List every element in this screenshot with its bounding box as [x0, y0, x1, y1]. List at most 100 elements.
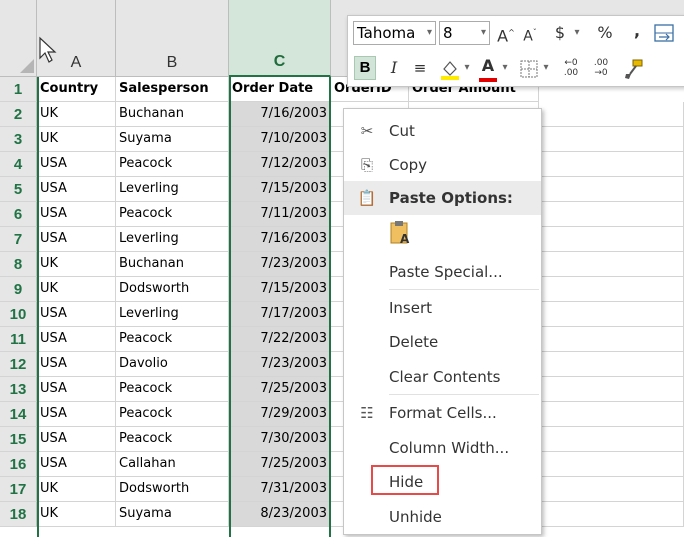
cell-order-date[interactable]: 7/25/2003: [229, 452, 331, 477]
row-header[interactable]: 14: [0, 402, 37, 427]
cell-country[interactable]: UK: [37, 277, 116, 302]
column-header-b[interactable]: B: [116, 0, 229, 77]
cell-salesperson[interactable]: Dodsworth: [116, 277, 229, 302]
cell-order-date[interactable]: 8/23/2003: [229, 502, 331, 527]
cell-salesperson[interactable]: Buchanan: [116, 102, 229, 127]
chevron-down-icon[interactable]: ▾: [540, 56, 552, 80]
cell-empty[interactable]: [539, 452, 684, 477]
cell-salesperson[interactable]: Buchanan: [116, 252, 229, 277]
cell-country[interactable]: USA: [37, 402, 116, 427]
cell-salesperson[interactable]: Peacock: [116, 202, 229, 227]
cell-country[interactable]: UK: [37, 502, 116, 527]
cell-empty[interactable]: [539, 177, 684, 202]
cell-country[interactable]: UK: [37, 252, 116, 277]
cell-salesperson[interactable]: Peacock: [116, 327, 229, 352]
cell-salesperson[interactable]: Peacock: [116, 427, 229, 452]
cell-empty[interactable]: [539, 202, 684, 227]
cell-order-date[interactable]: 7/15/2003: [229, 177, 331, 202]
cell-country[interactable]: UK: [37, 102, 116, 127]
row-header[interactable]: 3: [0, 127, 37, 152]
cell-country[interactable]: USA: [37, 177, 116, 202]
currency-format-icon[interactable]: $: [550, 21, 570, 45]
cell-empty[interactable]: [539, 427, 684, 452]
cell-country[interactable]: USA: [37, 202, 116, 227]
bold-button[interactable]: B: [354, 56, 376, 80]
cell-salesperson[interactable]: Peacock: [116, 377, 229, 402]
cell-empty[interactable]: [539, 227, 684, 252]
format-painter-icon[interactable]: [623, 58, 645, 80]
cell-empty[interactable]: [539, 127, 684, 152]
cell-empty[interactable]: [539, 302, 684, 327]
cell-country[interactable]: USA: [37, 227, 116, 252]
cell-order-date[interactable]: 7/10/2003: [229, 127, 331, 152]
row-header[interactable]: 16: [0, 452, 37, 477]
menu-item-unhide[interactable]: Unhide: [344, 500, 541, 534]
comma-style-icon[interactable]: ,: [630, 19, 644, 43]
cell-salesperson[interactable]: Suyama: [116, 502, 229, 527]
menu-item-cut[interactable]: ✂ Cut: [344, 114, 541, 148]
decrease-decimal-icon[interactable]: .00 →0: [588, 58, 614, 82]
cell-order-date[interactable]: 7/17/2003: [229, 302, 331, 327]
cell-order-date[interactable]: 7/15/2003: [229, 277, 331, 302]
cell-country[interactable]: USA: [37, 377, 116, 402]
cell-salesperson[interactable]: Leverling: [116, 177, 229, 202]
header-cell-country[interactable]: Country: [37, 77, 116, 102]
cell-empty[interactable]: [539, 277, 684, 302]
cell-order-date[interactable]: 7/16/2003: [229, 102, 331, 127]
cell-empty[interactable]: [539, 502, 684, 527]
row-header[interactable]: 17: [0, 477, 37, 502]
row-header[interactable]: 18: [0, 502, 37, 527]
cell-salesperson[interactable]: Leverling: [116, 302, 229, 327]
font-size-box[interactable]: 8 ▾: [439, 21, 490, 45]
select-all-corner[interactable]: [0, 0, 37, 77]
header-cell-order-date[interactable]: Order Date: [229, 77, 331, 102]
increase-decimal-icon[interactable]: ←0.00: [558, 58, 584, 82]
wrap-cells-icon[interactable]: [654, 24, 674, 42]
cell-empty[interactable]: [539, 102, 684, 127]
cell-order-date[interactable]: 7/22/2003: [229, 327, 331, 352]
cell-order-date[interactable]: 7/11/2003: [229, 202, 331, 227]
font-name-box[interactable]: Tahoma ▾: [353, 21, 436, 45]
cell-order-date[interactable]: 7/16/2003: [229, 227, 331, 252]
menu-item-copy[interactable]: ⎘ Copy: [344, 148, 541, 182]
cell-country[interactable]: USA: [37, 352, 116, 377]
chevron-down-icon[interactable]: ▾: [481, 22, 486, 44]
borders-icon[interactable]: [520, 60, 538, 78]
cell-empty[interactable]: [539, 352, 684, 377]
cell-country[interactable]: UK: [37, 127, 116, 152]
cell-order-date[interactable]: 7/12/2003: [229, 152, 331, 177]
cell-empty[interactable]: [539, 252, 684, 277]
paste-option-icon[interactable]: A: [389, 219, 413, 252]
cell-country[interactable]: USA: [37, 327, 116, 352]
align-center-icon[interactable]: ≡: [410, 56, 430, 80]
cell-order-date[interactable]: 7/25/2003: [229, 377, 331, 402]
header-cell-salesperson[interactable]: Salesperson: [116, 77, 229, 102]
shrink-font-icon[interactable]: Aˇ: [520, 21, 540, 45]
cell-order-date[interactable]: 7/29/2003: [229, 402, 331, 427]
fill-color-icon[interactable]: [439, 58, 461, 80]
row-header[interactable]: 9: [0, 277, 37, 302]
cell-salesperson[interactable]: Peacock: [116, 152, 229, 177]
menu-item-paste-special[interactable]: Paste Special...: [344, 255, 541, 289]
row-header[interactable]: 5: [0, 177, 37, 202]
menu-item-format-cells[interactable]: ☷ Format Cells...: [344, 396, 541, 430]
row-header[interactable]: 11: [0, 327, 37, 352]
cell-salesperson[interactable]: Callahan: [116, 452, 229, 477]
cell-order-date[interactable]: 7/30/2003: [229, 427, 331, 452]
row-header[interactable]: 13: [0, 377, 37, 402]
chevron-down-icon[interactable]: ▾: [570, 21, 584, 45]
cell-salesperson[interactable]: Dodsworth: [116, 477, 229, 502]
cell-salesperson[interactable]: Leverling: [116, 227, 229, 252]
row-header[interactable]: 8: [0, 252, 37, 277]
chevron-down-icon[interactable]: ▾: [427, 22, 432, 44]
menu-item-delete[interactable]: Delete: [344, 325, 541, 359]
row-header[interactable]: 7: [0, 227, 37, 252]
percent-format-icon[interactable]: %: [594, 21, 616, 45]
row-header[interactable]: 2: [0, 102, 37, 127]
menu-item-clear-contents[interactable]: Clear Contents: [344, 360, 541, 394]
cell-country[interactable]: UK: [37, 477, 116, 502]
cell-empty[interactable]: [539, 152, 684, 177]
italic-button[interactable]: I: [386, 56, 402, 80]
cell-empty[interactable]: [539, 477, 684, 502]
cell-salesperson[interactable]: Suyama: [116, 127, 229, 152]
